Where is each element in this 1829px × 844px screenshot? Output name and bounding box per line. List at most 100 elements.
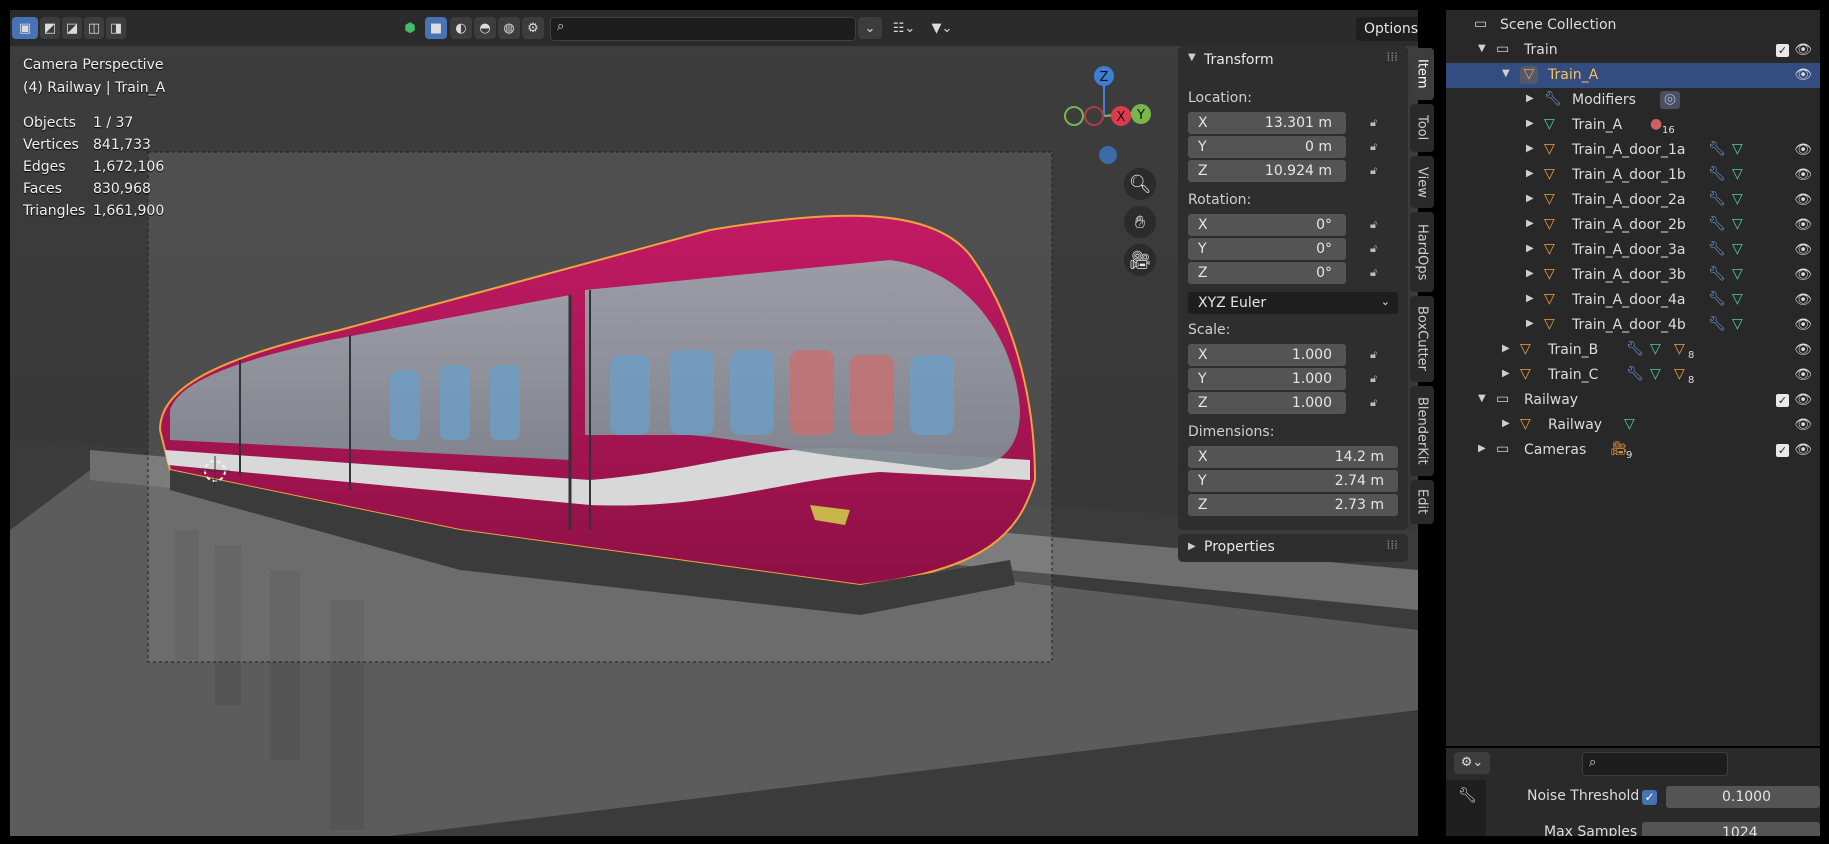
mesh-icon[interactable]: ▽ (1732, 291, 1750, 309)
outliner-row-cameras[interactable]: ▶ ▭ Cameras 🎥︎ 9 ✓ 👁︎ (1446, 438, 1820, 463)
eye-icon[interactable]: 👁︎ (1794, 242, 1812, 258)
transform-title[interactable]: Transform (1204, 52, 1274, 68)
expand-right-icon[interactable]: ▶ (1502, 418, 1510, 429)
outliner-row-door[interactable]: ▶ ▽ Train_A_door_1a 🔧︎ ▽ 👁︎ (1446, 138, 1820, 163)
outliner-row-train-a-mesh[interactable]: ▶ ▽ Train_A ● 16 (1446, 113, 1820, 138)
rotation-y-field[interactable]: Y 0° (1188, 238, 1346, 260)
expand-right-icon[interactable]: ▶ (1478, 443, 1486, 454)
mesh-icon[interactable]: ▽ (1650, 341, 1668, 359)
select-invert-icon[interactable]: ◫ (84, 17, 104, 39)
outliner-row-door[interactable]: ▶ ▽ Train_A_door_4b 🔧︎ ▽ 👁︎ (1446, 313, 1820, 338)
panel-collapse-chevron-icon[interactable]: ▼ (1188, 52, 1196, 63)
dimensions-y-field[interactable]: Y 2.74 m (1188, 470, 1398, 492)
noise-threshold-checkbox[interactable]: ✓ (1642, 790, 1657, 805)
lock-icon[interactable]: 🔓︎ (1370, 140, 1384, 154)
camera-view-icon[interactable]: 🎥︎ (1124, 244, 1156, 276)
expand-right-icon[interactable]: ▶ (1526, 293, 1534, 304)
outliner-row-door[interactable]: ▶ ▽ Train_A_door_4a 🔧︎ ▽ 👁︎ (1446, 288, 1820, 313)
tab-blenderkit[interactable]: BlenderKit (1410, 386, 1434, 476)
eye-icon[interactable]: 👁︎ (1794, 267, 1812, 283)
lock-icon[interactable]: 🔓︎ (1370, 242, 1384, 256)
lock-icon[interactable]: 🔓︎ (1370, 164, 1384, 178)
scale-y-field[interactable]: Y 1.000 (1188, 368, 1346, 390)
lock-icon[interactable]: 🔓︎ (1370, 266, 1384, 280)
outliner[interactable]: ▭ Scene Collection ▼ ▭ Train ✓ 👁︎ ▼ ▽ Tr… (1446, 10, 1820, 746)
location-x-field[interactable]: X 13.301 m (1188, 112, 1346, 134)
mesh-icon[interactable]: ▽ (1732, 241, 1750, 259)
lock-icon[interactable]: 🔓︎ (1370, 348, 1384, 362)
eye-icon[interactable]: 👁︎ (1794, 167, 1812, 183)
noise-threshold-field[interactable]: 0.1000 (1666, 786, 1820, 808)
expand-right-icon[interactable]: ▶ (1526, 268, 1534, 279)
eye-icon[interactable]: 👁︎ (1794, 192, 1812, 208)
mesh-icon[interactable]: ▽ (1732, 216, 1750, 234)
solid-shading-icon[interactable]: ■ (425, 17, 447, 39)
select-extend-icon[interactable]: ◩ (40, 17, 60, 39)
shading-options-icon[interactable]: ⚙ (522, 17, 544, 39)
expand-right-icon[interactable]: ▶ (1526, 118, 1534, 129)
properties-search-input[interactable]: ⌕ (1582, 752, 1728, 776)
wrench-icon[interactable]: 🔧︎ (1626, 366, 1644, 384)
outliner-row-train-c[interactable]: ▶ ▽ Train_C 🔧︎ ▽ ▽ 8 👁︎ (1446, 363, 1820, 388)
outliner-row-railway-collection[interactable]: ▼ ▭ Railway ✓ 👁︎ (1446, 388, 1820, 413)
expand-right-icon[interactable]: ▶ (1526, 168, 1534, 179)
max-samples-field[interactable]: 1024 (1642, 822, 1820, 836)
outliner-row-train-b[interactable]: ▶ ▽ Train_B 🔧︎ ▽ ▽ 8 👁︎ (1446, 338, 1820, 363)
drag-handle-icon[interactable]: ⁞⁞⁞ (1387, 538, 1398, 552)
wrench-icon[interactable]: 🔧︎ (1708, 166, 1726, 184)
pan-hand-icon[interactable]: ✋︎ (1124, 206, 1156, 238)
eye-icon[interactable]: 👁︎ (1794, 392, 1812, 408)
lock-icon[interactable]: 🔓︎ (1370, 218, 1384, 232)
wrench-icon[interactable]: 🔧︎ (1708, 291, 1726, 309)
eye-icon[interactable]: 👁︎ (1794, 417, 1812, 433)
outliner-row-door[interactable]: ▶ ▽ Train_A_door_3b 🔧︎ ▽ 👁︎ (1446, 263, 1820, 288)
wrench-icon[interactable]: 🔧︎ (1708, 141, 1726, 159)
filter-icon[interactable]: ▼⌄ (922, 17, 962, 39)
eye-icon[interactable]: 👁︎ (1794, 142, 1812, 158)
checkbox-icon[interactable]: ✓ (1776, 394, 1789, 407)
eye-icon[interactable]: 👁︎ (1794, 42, 1812, 58)
mesh-icon[interactable]: ▽ (1732, 191, 1750, 209)
editor-type-icon[interactable]: ⚙⌄ (1454, 752, 1490, 774)
expand-down-icon[interactable]: ▼ (1478, 43, 1486, 54)
lock-icon[interactable]: 🔓︎ (1370, 372, 1384, 386)
expand-right-icon[interactable]: ▶ (1526, 218, 1534, 229)
mesh-icon[interactable]: ▽ (1732, 316, 1750, 334)
expand-right-icon[interactable]: ▶ (1526, 318, 1534, 329)
scale-z-field[interactable]: Z 1.000 (1188, 392, 1346, 414)
filter-chevron-icon[interactable]: ⌄ (858, 17, 882, 39)
checkbox-icon[interactable]: ✓ (1776, 44, 1789, 57)
material-shading-icon[interactable]: ◓ (474, 17, 496, 39)
mesh-icon[interactable]: ▽ (1624, 416, 1642, 434)
mesh-icon[interactable]: ▽ (1732, 266, 1750, 284)
dimensions-x-field[interactable]: X 14.2 m (1188, 446, 1398, 468)
wrench-icon[interactable]: 🔧︎ (1626, 341, 1644, 359)
eye-icon[interactable]: 👁︎ (1794, 342, 1812, 358)
outliner-row-door[interactable]: ▶ ▽ Train_A_door_2a 🔧︎ ▽ 👁︎ (1446, 188, 1820, 213)
wrench-icon[interactable]: 🔧︎ (1708, 191, 1726, 209)
tab-view[interactable]: View (1410, 156, 1434, 208)
rendered-shading-icon[interactable]: ◍ (498, 17, 520, 39)
zoom-icon[interactable]: 🔍︎ (1124, 168, 1156, 200)
expand-right-icon[interactable]: ▶ (1526, 193, 1534, 204)
outliner-row-train-a[interactable]: ▼ ▽ Train_A 👁︎ (1446, 63, 1820, 88)
rotation-z-field[interactable]: Z 0° (1188, 262, 1346, 284)
eye-icon[interactable]: 👁︎ (1794, 442, 1812, 458)
viewport-search-input[interactable]: ⌕ (550, 17, 856, 41)
lock-icon[interactable]: 🔓︎ (1370, 116, 1384, 130)
tool-icon[interactable]: 🔧︎ (1458, 786, 1477, 804)
select-box-icon[interactable]: ▣ (12, 17, 38, 39)
scale-x-field[interactable]: X 1.000 (1188, 344, 1346, 366)
eye-icon[interactable]: 👁︎ (1794, 67, 1812, 83)
properties-editor[interactable]: ⚙⌄ ⌕ 🔧︎ Noise Threshold ✓ 0.1000 Max Sam… (1446, 748, 1820, 836)
wrench-icon[interactable]: 🔧︎ (1708, 216, 1726, 234)
mesh-icon[interactable]: ▽ (1650, 366, 1668, 384)
tab-tool[interactable]: Tool (1410, 104, 1434, 152)
tab-item[interactable]: Item (1410, 48, 1434, 100)
outliner-row-door[interactable]: ▶ ▽ Train_A_door_1b 🔧︎ ▽ 👁︎ (1446, 163, 1820, 188)
outliner-row-modifiers[interactable]: ▶ 🔧︎ Modifiers ◎ (1446, 88, 1820, 113)
drag-handle-icon[interactable]: ⁞⁞⁞ (1387, 50, 1398, 64)
outliner-row-door[interactable]: ▶ ▽ Train_A_door_3a 🔧︎ ▽ 👁︎ (1446, 238, 1820, 263)
tab-hardops[interactable]: HardOps (1410, 212, 1434, 292)
outliner-row-door[interactable]: ▶ ▽ Train_A_door_2b 🔧︎ ▽ 👁︎ (1446, 213, 1820, 238)
